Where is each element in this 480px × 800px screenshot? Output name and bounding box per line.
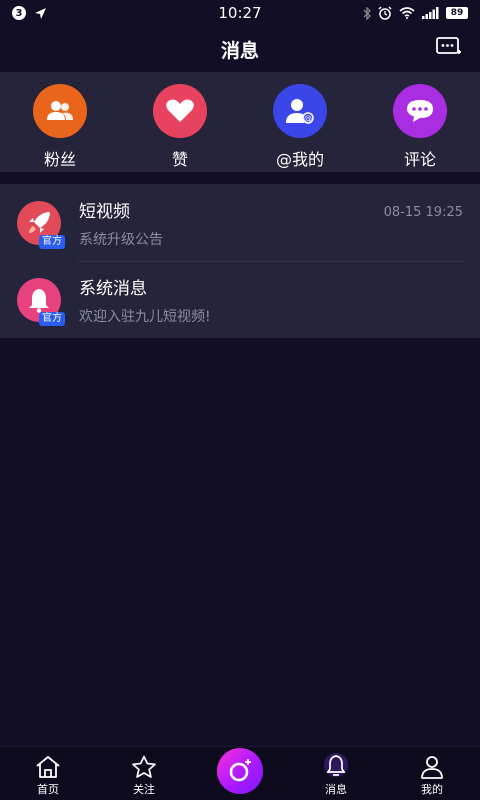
- heart-icon: [153, 84, 207, 138]
- bottom-nav: 首页 关注 消息 我的: [0, 746, 480, 800]
- sim-badge: 3: [12, 6, 26, 20]
- mention-icon: @: [273, 84, 327, 138]
- status-right: 89: [363, 6, 468, 20]
- header: 消息: [0, 26, 480, 72]
- nav-label: 关注: [133, 783, 155, 796]
- create-icon: [217, 748, 263, 794]
- category-label: 赞: [171, 150, 188, 169]
- message-time: 08-15 19:25: [383, 205, 463, 220]
- fans-icon: [33, 84, 87, 138]
- official-badge: 官方: [39, 234, 65, 249]
- signal-icon: [422, 7, 439, 19]
- star-icon: [132, 755, 156, 778]
- new-chat-icon[interactable]: [436, 37, 462, 59]
- message-title: 短视频: [79, 201, 130, 222]
- notification-categories: 粉丝 赞 @ @我的 评论: [0, 72, 480, 172]
- message-texts: 系统消息 欢迎入驻九儿短视频!: [79, 274, 211, 326]
- category-fans[interactable]: 粉丝: [10, 84, 110, 170]
- status-left: 3: [12, 6, 47, 20]
- page-title: 消息: [220, 39, 259, 62]
- official-badge: 官方: [39, 311, 65, 326]
- wifi-icon: [399, 7, 415, 19]
- comment-icon: [393, 84, 447, 138]
- battery-indicator: 89: [446, 7, 468, 19]
- message-list: 官方 短视频 系统升级公告 08-15 19:25 官方 系统消息 欢迎入驻九儿…: [0, 184, 480, 338]
- bell-icon: [324, 753, 348, 777]
- message-preview: 系统升级公告: [79, 231, 163, 248]
- nav-label: 我的: [421, 783, 443, 796]
- category-label: 粉丝: [43, 150, 76, 169]
- nav-create-button[interactable]: [200, 746, 280, 800]
- avatar: 官方: [17, 277, 65, 326]
- alarm-icon: [378, 6, 392, 20]
- nav-profile[interactable]: 我的: [392, 746, 472, 800]
- nav-messages[interactable]: 消息: [296, 746, 376, 800]
- category-label: @我的: [275, 150, 324, 169]
- home-icon: [36, 756, 60, 778]
- location-arrow-icon: [35, 7, 46, 19]
- nav-label: 首页: [37, 783, 59, 796]
- nav-home[interactable]: 首页: [8, 746, 88, 800]
- nav-follow[interactable]: 关注: [104, 746, 184, 800]
- message-preview: 欢迎入驻九儿短视频!: [79, 308, 211, 325]
- category-label: 评论: [403, 150, 436, 169]
- svg-text:@: @: [304, 114, 312, 123]
- message-title: 系统消息: [79, 278, 147, 299]
- messages-screen: 3 10:27 89 消息 粉丝 赞 @ @我的 评论 官方 短视频 系统升级公…: [0, 0, 480, 800]
- user-icon: [421, 756, 443, 779]
- list-item[interactable]: 官方 短视频 系统升级公告 08-15 19:25: [0, 184, 480, 261]
- category-comments[interactable]: 评论: [370, 84, 470, 170]
- category-mentions[interactable]: @ @我的: [250, 84, 350, 170]
- message-texts: 短视频 系统升级公告: [79, 197, 163, 249]
- status-bar: 3 10:27 89: [0, 0, 480, 26]
- bluetooth-icon: [363, 6, 371, 20]
- avatar: 官方: [17, 200, 65, 249]
- nav-label: 消息: [325, 783, 347, 796]
- list-item[interactable]: 官方 系统消息 欢迎入驻九儿短视频!: [0, 261, 480, 338]
- category-likes[interactable]: 赞: [130, 84, 230, 170]
